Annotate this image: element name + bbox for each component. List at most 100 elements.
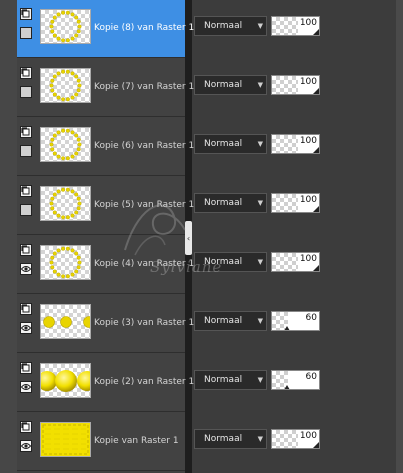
layer-controls: Normaal ▼ 100 [194, 252, 394, 274]
raster-layer-icon [20, 303, 32, 315]
left-edge-strip [0, 0, 18, 473]
layer-row[interactable]: Kopie (4) van Raster 1 [17, 236, 194, 294]
opacity-slider[interactable]: 100 [271, 16, 320, 36]
eye-icon[interactable] [20, 440, 32, 452]
blend-mode-dropdown[interactable]: Normaal ▼ [194, 134, 267, 154]
opacity-fill [272, 430, 298, 448]
layer-name[interactable]: Kopie (6) van Raster 1 [94, 141, 194, 151]
layer-thumbnail[interactable] [40, 186, 91, 221]
opacity-marker[interactable] [313, 88, 319, 94]
eye-icon[interactable] [20, 263, 32, 275]
opacity-marker[interactable] [284, 326, 290, 330]
blend-mode-label: Normaal [204, 198, 243, 208]
chevron-down-icon: ▼ [257, 376, 263, 384]
layer-controls: Normaal ▼ 100 [194, 429, 394, 451]
layer-properties-pane [192, 0, 403, 473]
blend-mode-dropdown[interactable]: Normaal ▼ [194, 370, 267, 390]
layer-row[interactable]: Kopie (7) van Raster 1 [17, 59, 194, 117]
layer-name[interactable]: Kopie (4) van Raster 1 [94, 259, 194, 269]
layer-thumbnail[interactable] [40, 304, 91, 339]
eye-icon[interactable] [20, 381, 32, 393]
raster-layer-icon [20, 421, 32, 433]
visibility-toggle-icon[interactable] [20, 86, 32, 98]
layer-thumbnail[interactable] [40, 422, 91, 457]
opacity-value: 100 [299, 254, 317, 264]
layer-controls: Normaal ▼ 100 [194, 134, 394, 156]
layer-name[interactable]: Kopie (5) van Raster 1 [94, 200, 194, 210]
chevron-down-icon: ▼ [257, 199, 263, 207]
layer-controls: Normaal ▼ 100 [194, 193, 394, 215]
visibility-toggle-icon[interactable] [20, 204, 32, 216]
layer-name[interactable]: Kopie van Raster 1 [94, 436, 179, 446]
raster-layer-icon [20, 67, 32, 79]
raster-layer-icon [20, 185, 32, 197]
raster-layer-icon [20, 244, 32, 256]
blend-mode-label: Normaal [204, 139, 243, 149]
opacity-value: 100 [299, 195, 317, 205]
eye-icon[interactable] [20, 322, 32, 334]
opacity-value: 60 [305, 313, 317, 323]
opacity-marker[interactable] [313, 29, 319, 35]
layer-thumbnail[interactable] [40, 68, 91, 103]
blend-mode-dropdown[interactable]: Normaal ▼ [194, 75, 267, 95]
layer-name[interactable]: Kopie (3) van Raster 1 [94, 318, 194, 328]
opacity-marker[interactable] [313, 206, 319, 212]
opacity-slider[interactable]: 60 [271, 370, 320, 390]
opacity-fill [272, 194, 298, 212]
opacity-value: 100 [299, 136, 317, 146]
opacity-slider[interactable]: 60 [271, 311, 320, 331]
layer-row[interactable]: Kopie (2) van Raster 1 [17, 354, 194, 412]
opacity-fill [272, 135, 298, 153]
layer-name[interactable]: Kopie (2) van Raster 1 [94, 377, 194, 387]
layer-row[interactable]: Kopie van Raster 1 [17, 413, 185, 471]
blend-mode-dropdown[interactable]: Normaal ▼ [194, 252, 267, 272]
blend-mode-dropdown[interactable]: Normaal ▼ [194, 193, 267, 213]
opacity-marker[interactable] [313, 147, 319, 153]
splitter-handle-chevron-left-icon[interactable]: ‹ [185, 221, 192, 255]
blend-mode-label: Normaal [204, 21, 243, 31]
blend-mode-dropdown[interactable]: Normaal ▼ [194, 16, 267, 36]
layer-controls: Normaal ▼ 60 [194, 311, 394, 333]
layer-row[interactable]: Kopie (8) van Raster 1 [17, 0, 194, 58]
visibility-toggle-icon[interactable] [20, 27, 32, 39]
chevron-down-icon: ▼ [257, 317, 263, 325]
layer-thumbnail[interactable] [40, 363, 91, 398]
raster-layer-icon [20, 362, 32, 374]
layer-name[interactable]: Kopie (7) van Raster 1 [94, 82, 194, 92]
layer-thumbnail[interactable] [40, 127, 91, 162]
blend-mode-dropdown[interactable]: Normaal ▼ [194, 429, 267, 449]
raster-layer-icon [20, 8, 32, 20]
blend-mode-label: Normaal [204, 434, 243, 444]
chevron-down-icon: ▼ [257, 22, 263, 30]
layer-name[interactable]: Kopie (8) van Raster 1 [94, 23, 194, 33]
opacity-value: 100 [299, 18, 317, 28]
chevron-down-icon: ▼ [257, 81, 263, 89]
opacity-slider[interactable]: 100 [271, 134, 320, 154]
opacity-marker[interactable] [284, 385, 290, 389]
layer-row[interactable]: Kopie (6) van Raster 1 [17, 118, 194, 176]
opacity-fill [272, 17, 298, 35]
layer-controls: Normaal ▼ 60 [194, 370, 394, 392]
blend-mode-dropdown[interactable]: Normaal ▼ [194, 311, 267, 331]
layer-thumbnail[interactable] [40, 9, 91, 44]
blend-mode-label: Normaal [204, 316, 243, 326]
layer-thumbnail[interactable] [40, 245, 91, 280]
blend-mode-label: Normaal [204, 80, 243, 90]
opacity-marker[interactable] [313, 442, 319, 448]
opacity-slider[interactable]: 100 [271, 193, 320, 213]
raster-layer-icon [20, 126, 32, 138]
layer-row[interactable]: Kopie (3) van Raster 1 [17, 295, 194, 353]
chevron-down-icon: ▼ [257, 258, 263, 266]
opacity-slider[interactable]: 100 [271, 252, 320, 272]
opacity-fill [272, 253, 298, 271]
blend-mode-label: Normaal [204, 375, 243, 385]
chevron-down-icon: ▼ [257, 435, 263, 443]
scrollbar[interactable] [396, 0, 403, 473]
chevron-down-icon: ▼ [257, 140, 263, 148]
opacity-value: 60 [305, 372, 317, 382]
opacity-slider[interactable]: 100 [271, 75, 320, 95]
opacity-slider[interactable]: 100 [271, 429, 320, 449]
visibility-toggle-icon[interactable] [20, 145, 32, 157]
layer-row[interactable]: Kopie (5) van Raster 1 [17, 177, 194, 235]
opacity-marker[interactable] [313, 265, 319, 271]
